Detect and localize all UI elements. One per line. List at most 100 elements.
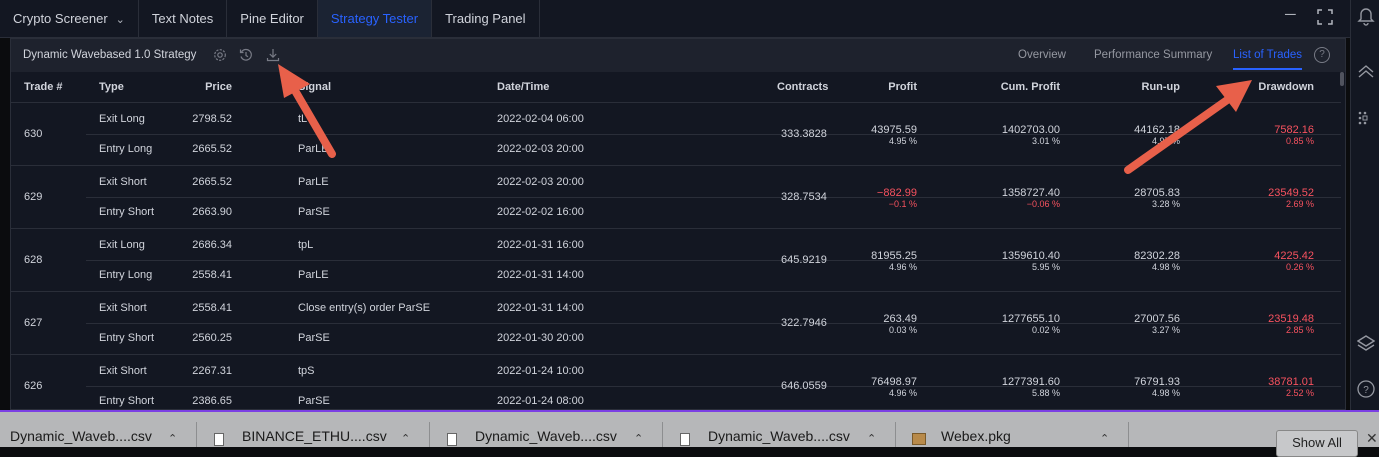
trade-signal: ParSE <box>298 395 330 407</box>
trade-row[interactable]: 629 Exit Short ParLE 2022-02-03 20:00 26… <box>11 166 1341 229</box>
trade-datetime: 2022-02-03 20:00 <box>497 176 584 188</box>
download-item[interactable]: Dynamic_Waveb....csv <box>475 428 617 444</box>
download-bar: Dynamic_Waveb....csv ⌃ BINANCE_ETHU....c… <box>0 410 1379 457</box>
trade-drawdown: 4225.42 <box>1274 250 1314 262</box>
trade-datetime: 2022-02-02 16:00 <box>497 206 584 218</box>
trade-signal: Close entry(s) order ParSE <box>298 302 431 314</box>
trade-price: 2686.34 <box>192 239 232 251</box>
package-icon <box>912 433 926 445</box>
trade-price: 2267.31 <box>192 365 232 377</box>
tab-trading-panel[interactable]: Trading Panel <box>432 0 540 37</box>
tab-strategy-tester[interactable]: Strategy Tester <box>317 0 433 37</box>
bell-icon[interactable] <box>1357 6 1375 31</box>
trade-type: Entry Short <box>99 332 155 344</box>
file-icon <box>214 433 224 446</box>
trade-price: 2386.65 <box>192 395 232 407</box>
header-signal[interactable]: Signal <box>298 81 331 93</box>
trade-number: 629 <box>24 191 43 203</box>
trade-row[interactable]: 630 Exit Long tL 2022-02-04 06:00 2798.5… <box>11 103 1341 166</box>
trade-datetime: 2022-02-04 06:00 <box>497 113 584 125</box>
trade-price: 2558.41 <box>192 269 232 281</box>
grid-icon[interactable] <box>1357 110 1373 131</box>
trade-row[interactable]: 626 Exit Short tpS 2022-01-24 10:00 2267… <box>11 355 1341 418</box>
trade-price: 2560.25 <box>192 332 232 344</box>
tab-text-notes[interactable]: Text Notes <box>139 0 228 37</box>
download-item[interactable]: Dynamic_Waveb....csv <box>708 428 850 444</box>
download-item[interactable]: Dynamic_Waveb....csv <box>10 428 152 444</box>
close-icon[interactable]: ✕ <box>1366 430 1378 447</box>
chevron-up-icon[interactable]: ⌃ <box>401 432 410 445</box>
trade-price: 2798.52 <box>192 113 232 125</box>
chevrons-up-icon[interactable] <box>1357 64 1375 83</box>
strategy-tester-panel: Dynamic Wavebased 1.0 Strategy Overview … <box>10 38 1346 418</box>
tab-label: Text Notes <box>151 11 214 26</box>
help-icon[interactable]: ? <box>1314 47 1330 63</box>
download-item[interactable]: Webex.pkg <box>941 428 1011 444</box>
tab-list-of-trades[interactable]: List of Trades <box>1233 49 1303 70</box>
chevron-down-icon[interactable]: ⌄ <box>116 2 125 39</box>
tab-pine-editor[interactable]: Pine Editor <box>227 0 318 37</box>
divider <box>895 422 896 447</box>
trade-runup: 28705.83 <box>1134 187 1180 199</box>
history-icon[interactable] <box>239 48 253 65</box>
trade-cum-profit-pct: 3.01 % <box>1031 136 1060 146</box>
chevron-up-icon[interactable]: ⌃ <box>168 432 177 445</box>
trade-cum-profit-pct: 0.02 % <box>1031 325 1060 335</box>
trade-contracts: 322.7946 <box>781 317 827 329</box>
trade-profit: 76498.97 <box>871 376 917 388</box>
trade-datetime: 2022-02-03 20:00 <box>497 143 584 155</box>
chevron-up-icon[interactable]: ⌃ <box>867 432 876 445</box>
table-scrollbar[interactable] <box>1340 72 1344 86</box>
header-contracts[interactable]: Contracts <box>777 81 828 93</box>
download-icon[interactable] <box>266 48 280 65</box>
trade-row[interactable]: 627 Exit Short Close entry(s) order ParS… <box>11 292 1341 355</box>
tab-label: Strategy Tester <box>330 11 419 26</box>
trade-price: 2663.90 <box>192 206 232 218</box>
tab-crypto-screener[interactable]: Crypto Screener ⌄ <box>0 0 139 37</box>
trade-signal: tpS <box>298 365 315 377</box>
trade-cum-profit-pct: 5.88 % <box>1031 388 1060 398</box>
trade-row[interactable]: 628 Exit Long tpL 2022-01-31 16:00 2686.… <box>11 229 1341 292</box>
trade-runup: 76791.93 <box>1134 376 1180 388</box>
trade-signal: tpL <box>298 239 314 251</box>
tab-label: Trading Panel <box>445 11 526 26</box>
header-trade-num[interactable]: Trade # <box>24 81 63 93</box>
fullscreen-icon[interactable] <box>1317 9 1333 29</box>
help-circle-icon[interactable]: ? <box>1357 380 1375 403</box>
header-drawdown[interactable]: Drawdown <box>1258 81 1314 93</box>
header-cum-profit[interactable]: Cum. Profit <box>1001 81 1060 93</box>
trades-table: Trade # Type Signal Date/Time Price Cont… <box>11 72 1341 418</box>
chevron-up-icon[interactable]: ⌃ <box>1100 432 1109 445</box>
show-all-button[interactable]: Show All <box>1276 430 1358 457</box>
chevron-up-icon[interactable]: ⌃ <box>634 432 643 445</box>
trade-runup: 44162.18 <box>1134 124 1180 136</box>
trade-signal: ParSE <box>298 332 330 344</box>
header-type[interactable]: Type <box>99 81 124 93</box>
tab-performance-summary[interactable]: Performance Summary <box>1094 49 1212 61</box>
trade-type: Entry Long <box>99 269 153 281</box>
trade-drawdown: 38781.01 <box>1268 376 1314 388</box>
minimize-icon[interactable]: ─ <box>1285 6 1296 23</box>
trade-cum-profit: 1359610.40 <box>1001 250 1060 262</box>
header-runup[interactable]: Run-up <box>1142 81 1180 93</box>
right-toolbar: ? <box>1350 0 1379 410</box>
trade-signal: ParSE <box>298 206 330 218</box>
trade-type: Exit Short <box>99 302 147 314</box>
gear-icon[interactable] <box>213 48 227 65</box>
trade-profit-pct: −0.1 % <box>888 199 917 209</box>
trade-drawdown-pct: 0.26 % <box>1285 262 1314 272</box>
tab-overview[interactable]: Overview <box>1018 49 1066 61</box>
trade-cum-profit: 1402703.00 <box>1001 124 1060 136</box>
trade-cum-profit-pct: 5.95 % <box>1031 262 1060 272</box>
trade-runup-pct: 3.28 % <box>1151 199 1180 209</box>
layers-icon[interactable] <box>1356 334 1376 359</box>
download-item[interactable]: BINANCE_ETHU....csv <box>242 428 387 444</box>
trade-runup: 82302.28 <box>1134 250 1180 262</box>
trade-signal: ParLE <box>298 269 329 281</box>
trade-drawdown: 7582.16 <box>1274 124 1314 136</box>
strategy-title[interactable]: Dynamic Wavebased 1.0 Strategy <box>23 49 196 61</box>
trade-number: 628 <box>24 254 43 266</box>
header-price[interactable]: Price <box>205 81 232 93</box>
header-datetime[interactable]: Date/Time <box>497 81 549 93</box>
header-profit[interactable]: Profit <box>888 81 917 93</box>
